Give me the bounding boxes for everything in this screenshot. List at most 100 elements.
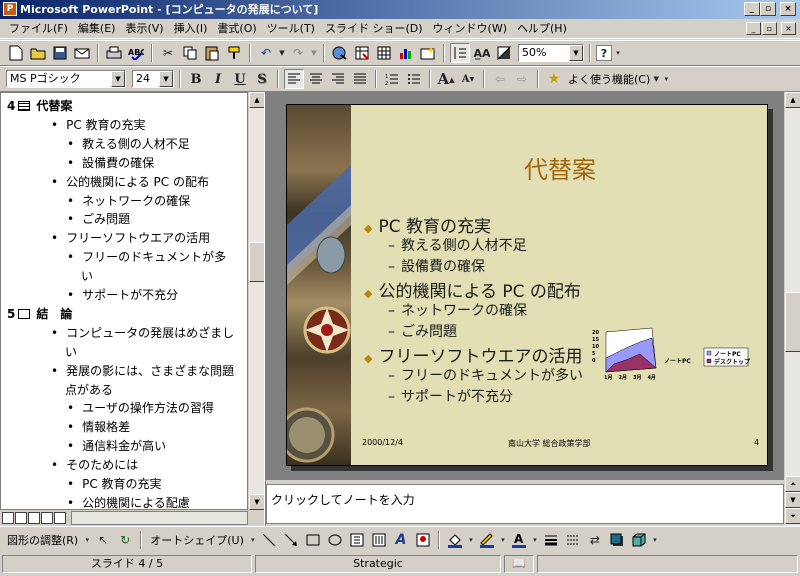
print-icon[interactable]	[104, 43, 124, 63]
font-size-combo[interactable]: 24 ▼	[132, 70, 174, 88]
shadow-button[interactable]: S	[252, 69, 272, 89]
draw-dropdown-icon[interactable]: ▾	[83, 530, 91, 550]
spelling-status-icon[interactable]: 📖	[504, 555, 534, 573]
italic-button[interactable]: I	[208, 69, 228, 89]
slide-scroll-thumb[interactable]	[785, 292, 800, 352]
menu-window[interactable]: ウィンドウ(W)	[428, 20, 512, 38]
copy-icon[interactable]	[180, 43, 200, 63]
arrow-icon[interactable]	[281, 530, 301, 550]
fill-color-dropdown-icon[interactable]: ▾	[467, 530, 475, 550]
outline-bullet-item[interactable]: • フリーソフトウエアの活用	[51, 229, 210, 247]
outline-bullet-item[interactable]: • ユーザの操作方法の習得	[67, 399, 214, 417]
outline-bullet-item[interactable]: • 情報格差	[67, 418, 130, 436]
distributed-icon[interactable]	[350, 69, 370, 89]
outline-bullet-item[interactable]: 点がある	[65, 381, 113, 399]
font-name-dropdown-icon[interactable]: ▼	[111, 71, 125, 87]
autoshapes-button[interactable]: オートシェイプ(U)	[147, 532, 247, 548]
outline-view-icon[interactable]	[15, 512, 27, 524]
slide-view-icon[interactable]	[28, 512, 40, 524]
slide-sorter-view-icon[interactable]	[41, 512, 53, 524]
new-slide-icon[interactable]	[418, 43, 438, 63]
slide-chart[interactable]: 20 15 10 5 0 1月 2月 3月 4月 ノートPC ノートPC デスク…	[592, 326, 752, 386]
doc-close-button[interactable]: ×	[781, 22, 796, 35]
menu-tools[interactable]: ツール(T)	[262, 20, 320, 38]
outline-bullet-item[interactable]: • ネットワークの確保	[67, 192, 190, 210]
outline-bullet-item[interactable]: い	[65, 343, 77, 361]
common-tasks-dropdown-icon[interactable]: ▼	[652, 69, 660, 89]
slide-title[interactable]: 代替案	[500, 150, 620, 185]
zoom-combo[interactable]: 50% ▼	[518, 44, 584, 62]
common-tasks-button[interactable]: よく使う機能(C)	[568, 71, 650, 87]
line-color-dropdown-icon[interactable]: ▾	[499, 530, 507, 550]
open-folder-icon[interactable]	[28, 43, 48, 63]
email-icon[interactable]	[72, 43, 92, 63]
outline-scroll-down-icon[interactable]: ▼	[249, 494, 265, 510]
slide-scrollbar[interactable]: ▲ ⏶ ▼ ⏷	[784, 92, 800, 526]
line-style-icon[interactable]	[541, 530, 561, 550]
previous-slide-icon[interactable]: ⏶	[785, 476, 800, 492]
outline-hscrollbar[interactable]	[71, 511, 248, 525]
undo-dropdown-icon[interactable]: ▼	[278, 43, 286, 63]
close-button[interactable]: ×	[780, 2, 796, 16]
dash-style-icon[interactable]	[563, 530, 583, 550]
font-color-dropdown-icon[interactable]: ▾	[531, 530, 539, 550]
vertical-text-box-icon[interactable]	[369, 530, 389, 550]
demote-icon[interactable]: ⇨	[512, 69, 532, 89]
draw-menu-button[interactable]: 図形の調整(R)	[4, 532, 81, 548]
outline-scroll-up-icon[interactable]: ▲	[249, 92, 265, 108]
outline-bullet-item[interactable]: • 公的機関による PC の配布	[51, 173, 209, 191]
new-document-icon[interactable]	[6, 43, 26, 63]
outline-bullet-item[interactable]: • ごみ問題	[67, 210, 130, 228]
free-rotate-icon[interactable]: ↻	[115, 530, 135, 550]
slide-icon[interactable]	[18, 101, 31, 111]
outline-bullet-item[interactable]: • コンピュータの発展はめざまし	[51, 324, 234, 342]
menu-help[interactable]: ヘルプ(H)	[512, 20, 572, 38]
align-left-icon[interactable]	[284, 69, 304, 89]
outline-bullet-item[interactable]: い	[81, 267, 93, 285]
insert-chart-icon[interactable]	[396, 43, 416, 63]
animation-effects-icon[interactable]: ★	[544, 69, 564, 89]
show-formatting-icon[interactable]: A̲A	[472, 43, 492, 63]
zoom-dropdown-icon[interactable]: ▼	[569, 45, 583, 61]
outline-scroll-thumb[interactable]	[249, 242, 265, 282]
notes-pane[interactable]: クリックしてノートを入力	[266, 484, 784, 524]
wordart-icon[interactable]: A	[391, 530, 411, 550]
doc-minimize-button[interactable]: _	[746, 22, 761, 35]
3d-icon[interactable]	[629, 530, 649, 550]
format-painter-icon[interactable]	[224, 43, 244, 63]
outline-bullet-item[interactable]: • 通信料金が高い	[67, 437, 166, 455]
insert-table-icon[interactable]	[374, 43, 394, 63]
font-color-icon[interactable]: A	[509, 530, 529, 550]
slide-scroll-down-icon[interactable]: ▼	[785, 492, 800, 508]
bold-button[interactable]: B	[186, 69, 206, 89]
text-box-icon[interactable]	[347, 530, 367, 550]
outline-bullet-item[interactable]: • PC 教育の充実	[67, 475, 162, 493]
select-objects-icon[interactable]: ↖	[93, 530, 113, 550]
outline-bullet-item[interactable]: • 設備費の確保	[67, 154, 154, 172]
grayscale-preview-icon[interactable]	[494, 43, 514, 63]
next-slide-icon[interactable]: ⏷	[785, 508, 800, 524]
redo-dropdown-icon[interactable]: ▼	[310, 43, 318, 63]
menu-edit[interactable]: 編集(E)	[73, 20, 121, 38]
normal-view-icon[interactable]	[2, 512, 14, 524]
save-icon[interactable]	[50, 43, 70, 63]
menu-file[interactable]: ファイル(F)	[4, 20, 73, 38]
notes-placeholder[interactable]: クリックしてノートを入力	[271, 493, 415, 507]
cut-icon[interactable]: ✂	[158, 43, 178, 63]
outline-bullet-item[interactable]: • 教える側の人材不足	[67, 135, 190, 153]
pane-splitter[interactable]	[264, 92, 266, 526]
line-color-icon[interactable]	[477, 530, 497, 550]
slideshow-view-icon[interactable]	[54, 512, 66, 524]
tables-borders-icon[interactable]	[352, 43, 372, 63]
doc-restore-button[interactable]: ▫	[762, 22, 777, 35]
menu-insert[interactable]: 挿入(I)	[169, 20, 213, 38]
font-name-combo[interactable]: MS Pゴシック ▼	[6, 70, 126, 88]
paste-icon[interactable]	[202, 43, 222, 63]
clip-art-icon[interactable]	[413, 530, 433, 550]
menu-view[interactable]: 表示(V)	[120, 20, 168, 38]
font-size-dropdown-icon[interactable]: ▼	[159, 71, 173, 87]
slide-scroll-up-icon[interactable]: ▲	[785, 92, 800, 108]
bullets-icon[interactable]	[404, 69, 424, 89]
increase-font-size-icon[interactable]: A ▲	[436, 69, 456, 89]
arrow-style-icon[interactable]: ⇄	[585, 530, 605, 550]
